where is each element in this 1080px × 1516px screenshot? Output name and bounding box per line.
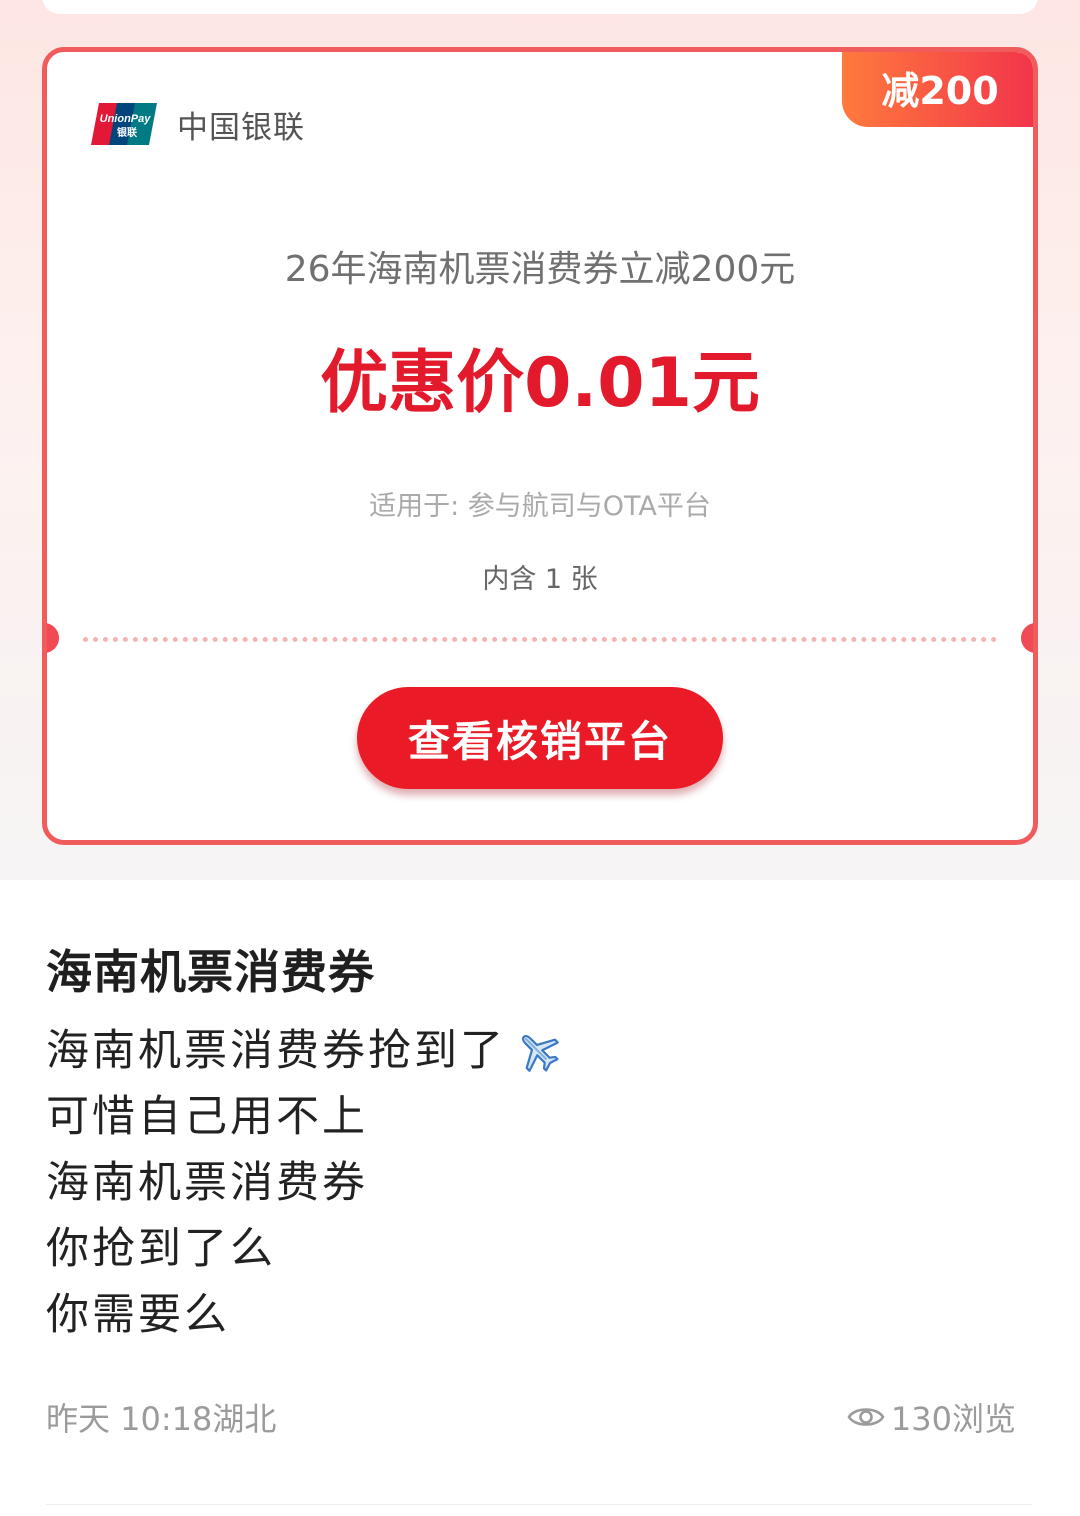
post-title: 海南机票消费券 [46,945,375,999]
discount-badge: 减200 [842,52,1033,127]
coupon-title: 26年海南机票消费券立减200元 [284,249,796,290]
coupon-count: 内含 1 张 [482,564,598,595]
view-count: 130浏览 [847,1394,1016,1440]
page: 减200 UnionPay 银联 中国银联 26年海南机票消费券立减200元 优… [0,0,1080,1516]
airplane-icon [521,1034,559,1072]
svg-text:UnionPay: UnionPay [100,113,152,125]
previous-card-edge [42,0,1038,14]
coupon-card[interactable]: 减200 UnionPay 银联 中国银联 26年海南机票消费券立减200元 优… [42,47,1038,845]
brand-row: UnionPay 银联 中国银联 [91,102,305,146]
perforation-divider [83,637,997,642]
right-notch [1021,623,1033,653]
brand-name: 中国银联 [177,109,305,146]
coupon-price: 优惠价0.01元 [320,344,760,423]
post-time-location: 昨天 10:18湖北 [46,1400,277,1438]
eye-icon [847,1408,885,1426]
coupon-section: 减200 UnionPay 银联 中国银联 26年海南机票消费券立减200元 优… [0,0,1080,880]
view-count-label: 130浏览 [890,1400,1016,1438]
unionpay-logo: UnionPay 银联 [91,103,157,145]
divider [46,1504,1032,1505]
left-notch [47,623,59,653]
coupon-scope: 适用于: 参与航司与OTA平台 [369,491,711,522]
post-line: 你需要么 [46,1290,230,1340]
view-redemption-platform-button[interactable]: 查看核销平台 [357,687,723,789]
post-body: 海南机票消费券抢到了 可惜自己用不上 海南机票消费券 你抢到了么 你需要么 [46,1018,562,1348]
post-line: 可惜自己用不上 [46,1092,368,1142]
svg-text:银联: 银联 [117,126,137,139]
post-line: 你抢到了么 [46,1224,276,1274]
post-line: 海南机票消费券 [46,1158,368,1208]
post-line: 海南机票消费券抢到了 [46,1018,562,1084]
post-line-text: 海南机票消费券抢到了 [46,1026,506,1076]
